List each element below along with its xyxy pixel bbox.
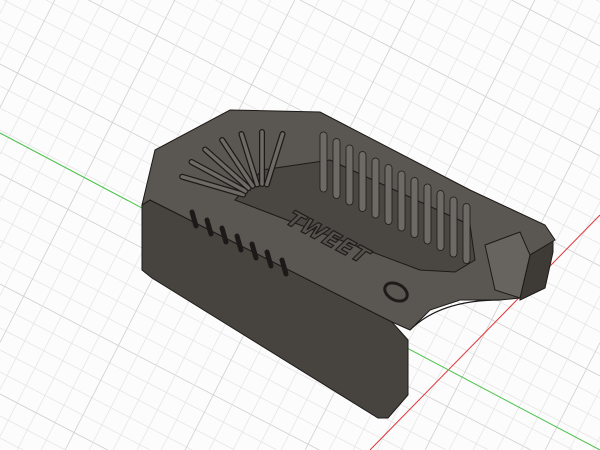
3d-scene[interactable]: TWEET (0, 0, 600, 450)
grid-line (469, 0, 600, 69)
pin (423, 183, 432, 245)
grid-line (0, 393, 108, 450)
grid-line (0, 0, 128, 249)
pin (358, 151, 367, 212)
pin (462, 203, 471, 264)
pin (332, 138, 341, 199)
grid-line (0, 327, 235, 450)
grid-line (0, 0, 152, 296)
pin (319, 131, 328, 193)
grid-line (520, 295, 600, 450)
grid-line (426, 0, 600, 91)
grid-line (544, 342, 600, 450)
grid-line (0, 0, 8, 14)
pin (449, 196, 458, 258)
cad-viewport[interactable]: TWEET (0, 0, 600, 450)
pin (397, 170, 406, 232)
pin (410, 177, 419, 238)
grid-line (0, 0, 32, 61)
pin (371, 157, 380, 219)
grid-line (568, 389, 600, 450)
pin (436, 190, 445, 251)
grid-line (595, 0, 600, 3)
3d-model-part[interactable]: TWEET (141, 109, 556, 419)
grid-line (384, 0, 600, 113)
pin (384, 164, 393, 225)
grid-line (0, 349, 193, 450)
grid-line (0, 0, 56, 108)
grid-line (0, 0, 176, 343)
pin (345, 144, 354, 206)
grid-line (0, 437, 24, 450)
